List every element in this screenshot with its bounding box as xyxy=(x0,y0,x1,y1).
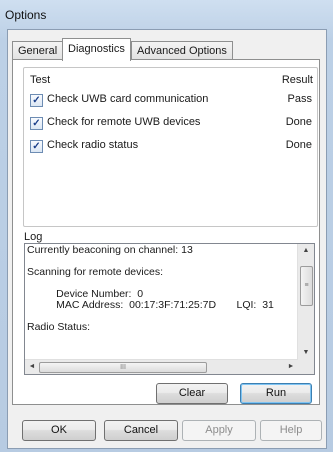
cancel-button[interactable]: Cancel xyxy=(104,420,178,441)
tab-bar: General Diagnostics Advanced Options xyxy=(8,38,326,61)
window-title: Options xyxy=(5,8,47,22)
diagnostics-panel: Test Result ✓ Check UWB card communicati… xyxy=(12,59,320,405)
tab-diagnostics[interactable]: Diagnostics xyxy=(62,38,131,61)
test-result: Pass xyxy=(287,93,312,105)
help-button[interactable]: Help xyxy=(260,420,322,441)
horizontal-scroll-thumb[interactable]: III xyxy=(39,362,207,373)
log-vertical-scrollbar[interactable]: ▲ ≡ ▼ xyxy=(297,244,314,360)
check-radio-status-checkbox[interactable]: ✓ xyxy=(30,140,43,153)
test-label: Check for remote UWB devices xyxy=(47,116,201,128)
checkmark-icon: ✓ xyxy=(32,118,41,129)
scrollbar-corner xyxy=(298,360,314,374)
check-uwb-card-checkbox[interactable]: ✓ xyxy=(30,94,43,107)
tab-general[interactable]: General xyxy=(12,41,64,60)
result-column-header: Result xyxy=(281,74,313,86)
log-textbox[interactable]: Currently beaconing on channel: 13 Scann… xyxy=(24,243,315,375)
scroll-right-icon[interactable]: ► xyxy=(284,360,298,374)
vertical-scroll-thumb[interactable]: ≡ xyxy=(300,266,313,306)
test-group: Test Result ✓ Check UWB card communicati… xyxy=(23,67,318,227)
dialog-client-area: General Diagnostics Advanced Options Tes… xyxy=(7,29,327,449)
test-row-uwb-card: ✓ Check UWB card communication Pass xyxy=(30,93,312,109)
test-result: Done xyxy=(285,116,312,128)
log-label: Log xyxy=(24,231,43,243)
log-text: Currently beaconing on channel: 13 Scann… xyxy=(27,245,274,333)
ok-button[interactable]: OK xyxy=(22,420,96,441)
scroll-left-icon[interactable]: ◄ xyxy=(25,360,39,374)
tab-advanced-options[interactable]: Advanced Options xyxy=(131,41,233,60)
scroll-up-icon[interactable]: ▲ xyxy=(298,244,314,258)
log-horizontal-scrollbar[interactable]: ◄ III ► xyxy=(25,359,298,374)
scroll-down-icon[interactable]: ▼ xyxy=(298,346,314,360)
checkmark-icon: ✓ xyxy=(32,141,41,152)
run-button[interactable]: Run xyxy=(240,383,312,404)
test-row-radio-status: ✓ Check radio status Done xyxy=(30,139,312,155)
checkmark-icon: ✓ xyxy=(32,95,41,106)
test-label: Check radio status xyxy=(47,139,139,151)
test-label: Check UWB card communication xyxy=(47,93,209,105)
apply-button[interactable]: Apply xyxy=(182,420,256,441)
clear-button[interactable]: Clear xyxy=(156,383,228,404)
test-column-header: Test xyxy=(30,74,51,86)
check-remote-devices-checkbox[interactable]: ✓ xyxy=(30,117,43,130)
test-row-remote-devices: ✓ Check for remote UWB devices Done xyxy=(30,116,312,132)
test-result: Done xyxy=(285,139,312,151)
options-window: Options General Diagnostics Advanced Opt… xyxy=(0,0,333,452)
